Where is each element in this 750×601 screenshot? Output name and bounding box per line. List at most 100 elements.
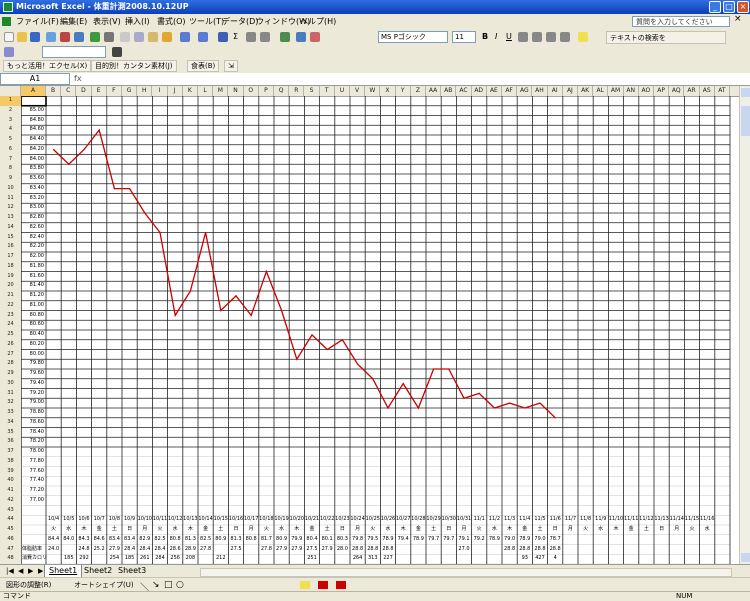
style-icon[interactable] <box>4 47 14 57</box>
row-header-47[interactable]: 47 <box>0 545 21 555</box>
maximize-button[interactable]: □ <box>723 1 735 13</box>
steps-cell[interactable]: 4 <box>548 554 563 564</box>
y-axis-label[interactable]: 79.60 <box>21 369 46 379</box>
column-header-z[interactable]: Z <box>411 86 426 96</box>
align-left-icon[interactable] <box>518 32 528 42</box>
fat-cell[interactable]: 24.0 <box>46 545 61 555</box>
weight-cell[interactable]: 79.0 <box>532 535 547 545</box>
spelling-icon[interactable] <box>90 32 100 42</box>
open-icon[interactable] <box>17 32 27 42</box>
weight-cell[interactable]: 84.6 <box>92 535 107 545</box>
date-cell[interactable]: 10/31 <box>456 515 471 525</box>
new-icon[interactable] <box>4 32 14 42</box>
row-header-30[interactable]: 30 <box>0 379 21 389</box>
fat-cell[interactable]: 28.8 <box>548 545 563 555</box>
column-header-ad[interactable]: AD <box>472 86 487 96</box>
close-button[interactable]: × <box>737 1 749 13</box>
weight-cell[interactable]: 81.3 <box>183 535 198 545</box>
fat-cell[interactable]: 28.4 <box>122 545 137 555</box>
weight-cell[interactable]: 79.0 <box>502 535 517 545</box>
italic-button[interactable]: I <box>495 31 497 43</box>
date-cell[interactable]: 11/4 <box>517 515 532 525</box>
oval-icon[interactable]: ○ <box>176 580 184 590</box>
date-cell[interactable]: 11/12 <box>639 515 654 525</box>
row-header-24[interactable]: 24 <box>0 320 21 330</box>
autoshape-button[interactable]: オートシェイプ(U) <box>70 578 138 590</box>
y-axis-label[interactable]: 83.40 <box>21 184 46 194</box>
doc-close-icon[interactable]: × <box>734 14 742 25</box>
column-header-an[interactable]: AN <box>624 86 639 96</box>
column-header-ai[interactable]: AI <box>548 86 563 96</box>
steps-cell[interactable]: 292 <box>76 554 91 564</box>
y-axis-label[interactable]: 80.80 <box>21 311 46 321</box>
column-header-af[interactable]: AF <box>502 86 518 96</box>
minimize-button[interactable]: _ <box>709 1 721 13</box>
weekday-cell[interactable]: 土 <box>639 525 654 535</box>
row-header-12[interactable]: 12 <box>0 203 21 213</box>
fat-cell[interactable]: 27.9 <box>107 545 122 555</box>
column-header-ao[interactable]: AO <box>639 86 654 96</box>
date-cell[interactable]: 10/16 <box>228 515 243 525</box>
date-cell[interactable]: 10/27 <box>396 515 411 525</box>
column-header-x[interactable]: X <box>380 86 396 96</box>
y-axis-label[interactable]: 80.00 <box>21 350 46 360</box>
row-header-6[interactable]: 6 <box>0 145 21 155</box>
date-cell[interactable]: 11/10 <box>608 515 623 525</box>
date-cell[interactable]: 10/4 <box>46 515 61 525</box>
weekday-cell[interactable]: 土 <box>107 525 122 535</box>
weight-cell[interactable]: 79.4 <box>396 535 411 545</box>
weight-cell[interactable]: 79.7 <box>441 535 456 545</box>
y-axis-label[interactable]: 78.20 <box>21 437 46 447</box>
horizontal-scrollbar[interactable] <box>200 568 732 577</box>
row-header-45[interactable]: 45 <box>0 525 21 535</box>
steps-cell[interactable]: 227 <box>380 554 395 564</box>
cut-icon[interactable] <box>120 32 130 42</box>
row-header-17[interactable]: 17 <box>0 252 21 262</box>
weight-cell[interactable]: 79.2 <box>472 535 487 545</box>
rectangle-icon[interactable]: □ <box>164 580 173 590</box>
y-axis-label[interactable]: 77.20 <box>21 486 46 496</box>
weight-cell[interactable]: 80.8 <box>244 535 259 545</box>
y-axis-label[interactable]: 78.80 <box>21 408 46 418</box>
row-header-5[interactable]: 5 <box>0 135 21 145</box>
y-axis-label[interactable]: 79.20 <box>21 389 46 399</box>
tab-sheet2[interactable]: Sheet2 <box>80 565 116 577</box>
row-header-36[interactable]: 36 <box>0 437 21 447</box>
column-header-y[interactable]: Y <box>396 86 411 96</box>
menu-format[interactable]: 書式(O) <box>157 16 186 27</box>
copy-icon[interactable] <box>134 32 144 42</box>
date-cell[interactable]: 10/10 <box>137 515 152 525</box>
y-axis-label[interactable]: 84.00 <box>21 155 46 165</box>
weekday-cell[interactable]: 木 <box>289 525 304 535</box>
steps-cell[interactable]: 251 <box>304 554 319 564</box>
row-header-28[interactable]: 28 <box>0 359 21 369</box>
row-header-31[interactable]: 31 <box>0 389 21 399</box>
column-header-h[interactable]: H <box>137 86 153 96</box>
steps-cell[interactable]: 254 <box>107 554 122 564</box>
weekday-cell[interactable]: 木 <box>608 525 623 535</box>
column-header-f[interactable]: F <box>107 86 122 96</box>
weekday-cell[interactable]: 水 <box>487 525 502 535</box>
row-header-8[interactable]: 8 <box>0 164 21 174</box>
steps-cell[interactable]: 256 <box>168 554 183 564</box>
fat-cell[interactable]: 27.0 <box>456 545 471 555</box>
weekday-cell[interactable]: 水 <box>593 525 608 535</box>
fat-cell[interactable]: 27.9 <box>320 545 335 555</box>
column-header-s[interactable]: S <box>304 86 320 96</box>
column-header-ar[interactable]: AR <box>684 86 700 96</box>
underline-button[interactable]: U <box>506 31 512 43</box>
weekday-cell[interactable]: 金 <box>198 525 213 535</box>
weekday-cell[interactable]: 土 <box>426 525 441 535</box>
pen-icon[interactable] <box>112 47 122 57</box>
date-cell[interactable]: 10/6 <box>76 515 91 525</box>
y-axis-label[interactable]: 81.80 <box>21 262 46 272</box>
row-header-18[interactable]: 18 <box>0 262 21 272</box>
row-header-10[interactable]: 10 <box>0 184 21 194</box>
date-cell[interactable]: 10/26 <box>380 515 395 525</box>
steps-cell[interactable]: 427 <box>532 554 547 564</box>
weight-cell[interactable]: 79.8 <box>350 535 365 545</box>
row-header-3[interactable]: 3 <box>0 116 21 126</box>
steps-row-label[interactable]: 消費カロリー <box>21 554 47 564</box>
y-axis-label[interactable]: 77.80 <box>21 457 46 467</box>
style-select[interactable] <box>42 46 106 58</box>
